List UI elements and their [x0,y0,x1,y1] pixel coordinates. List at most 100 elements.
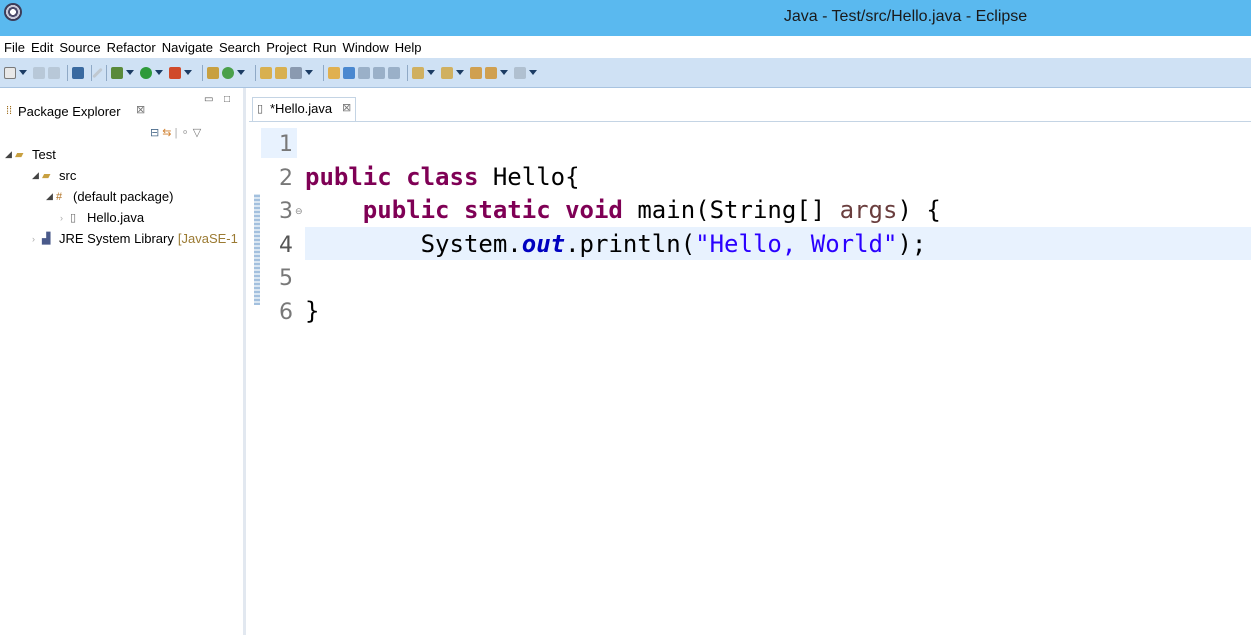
package-explorer-tab-label: Package Explorer [18,104,121,119]
new-java-package-icon[interactable] [207,66,219,79]
tree-item-label: JRE System Library [59,231,174,246]
code-line[interactable]: } [305,295,1251,328]
code-line[interactable] [305,127,1251,160]
folder-project-icon: ▰ [15,149,24,161]
toolbar-separator [67,64,68,81]
toggle-breadcrumb-icon[interactable] [328,66,340,79]
tree-item-src[interactable]: ◢ ▰ src [0,165,246,186]
title-bar: Java - Test/src/Hello.java - Eclipse [0,0,1251,36]
package-explorer-icon: ⁞⁞ [6,105,13,117]
editor-tab-hello-java[interactable]: ▯ *Hello.java ⊠ [252,97,356,121]
panel-toolbar: ⊟ ⇆ | ⚬ ▽ [150,126,201,139]
code-line[interactable]: System.out.println("Hello, World"); [305,228,1251,261]
tree-item-label: src [59,168,77,183]
maximize-icon[interactable]: □ [224,94,230,105]
open-type-icon[interactable] [260,66,272,79]
new-class-dropdown-arrow-icon[interactable] [237,70,245,75]
search-dropdown-arrow-icon[interactable] [305,70,313,75]
debug-icon[interactable] [111,66,123,79]
toolbar-separator [255,64,256,81]
menu-search[interactable]: Search [219,40,260,55]
editor-tab-label: *Hello.java [270,101,333,116]
tree-item-default-package[interactable]: ◢ # (default package) [0,186,246,207]
line-number: 1 [279,132,293,157]
code-line[interactable] [305,261,1251,294]
back-dropdown-arrow-icon[interactable] [500,70,508,75]
code-token: Hello{ [492,163,580,191]
new-java-class-icon[interactable] [222,66,234,79]
code-token: ); [897,230,927,258]
package-explorer-panel: ⁞⁞ Package Explorer ⊠ ▭ □ ⊟ ⇆ | ⚬ ▽ ◢ ▰ … [0,88,246,635]
show-whitespace-icon[interactable] [373,66,385,79]
menu-file[interactable]: File [4,40,25,55]
external-tools-dropdown-arrow-icon[interactable] [184,70,192,75]
forward-icon[interactable] [514,66,526,79]
previous-annotation-dropdown-arrow-icon[interactable] [456,70,464,75]
show-source-of-element-icon[interactable] [388,66,400,79]
toolbar-separator [106,64,107,81]
menu-refactor[interactable]: Refactor [107,40,156,55]
search-icon[interactable] [290,66,302,79]
external-tools-icon[interactable] [169,66,181,79]
focus-icon[interactable]: ⚬ [180,127,189,139]
view-menu-icon[interactable]: ▽ [193,127,201,139]
menu-source[interactable]: Source [59,40,100,55]
code-token: args [839,196,898,224]
terminal-icon[interactable] [72,66,84,79]
line-number: 2 [279,166,293,191]
forward-dropdown-arrow-icon[interactable] [529,70,537,75]
menu-help[interactable]: Help [395,40,422,55]
tree-item-test[interactable]: ◢ ▰ Test [0,144,246,165]
new-dropdown-arrow-icon[interactable] [19,70,27,75]
expand-icon[interactable]: ◢ [32,170,42,181]
toolbar-separator [91,64,92,81]
expand-icon[interactable]: ◢ [46,191,56,202]
change-ruler [254,194,260,305]
previous-annotation-icon[interactable] [441,66,453,79]
editor-tab-bar: ▯ *Hello.java ⊠ [249,88,1251,121]
save-icon[interactable] [33,66,45,79]
close-icon[interactable]: ⊠ [342,101,351,114]
code-line[interactable]: public class Hello{ [305,161,1251,194]
menu-window[interactable]: Window [343,40,389,55]
jre-version-label: [JavaSE-1 [177,231,238,246]
new-icon[interactable] [4,66,16,79]
fold-collapse-icon[interactable]: ⊖ [295,206,303,217]
tree-item-hello-java[interactable]: › ▯ Hello.java [0,207,246,228]
close-icon[interactable]: ⊠ [136,103,145,116]
expand-icon[interactable]: › [60,213,70,223]
library-icon: ▟ [42,233,51,245]
package-icon: # [56,190,63,203]
code-token: .println( [565,230,696,258]
back-icon[interactable] [485,66,497,79]
next-annotation-dropdown-arrow-icon[interactable] [427,70,435,75]
minimize-icon[interactable]: ▭ [204,94,213,105]
open-task-icon[interactable] [275,66,287,79]
menu-run[interactable]: Run [313,40,337,55]
code-token: public class [305,163,493,191]
last-edit-location-icon[interactable] [470,66,482,79]
java-file-icon: ▯ [257,103,264,115]
menu-edit[interactable]: Edit [31,40,53,55]
line-number: 5 [279,266,293,291]
menu-navigate[interactable]: Navigate [162,40,213,55]
menu-project[interactable]: Project [266,40,306,55]
next-annotation-icon[interactable] [412,66,424,79]
debug-dropdown-arrow-icon[interactable] [126,70,134,75]
save-all-icon[interactable] [48,66,60,79]
link-with-editor-icon[interactable]: ⇆ [162,127,171,139]
run-icon[interactable] [140,66,152,79]
collapse-all-icon[interactable]: ⊟ [150,127,159,139]
code-text-area[interactable]: public class Hello{ public static void m… [305,122,1251,635]
tree-item-jre-library[interactable]: › ▟ JRE System Library [JavaSE-1 [0,228,246,249]
toggle-block-selection-icon[interactable] [358,66,370,79]
line-number: 6 [279,300,293,325]
expand-icon[interactable]: › [32,234,42,244]
code-token: } [305,297,320,325]
toggle-mark-occurrences-icon[interactable] [343,66,355,79]
skip-breakpoints-icon[interactable] [92,67,103,78]
run-dropdown-arrow-icon[interactable] [155,70,163,75]
code-line[interactable]: public static void main(String[] args) { [305,194,1251,227]
code-editor[interactable]: 123456 ⊖ public class Hello{ public stat… [249,121,1251,635]
expand-icon[interactable]: ◢ [5,149,15,160]
